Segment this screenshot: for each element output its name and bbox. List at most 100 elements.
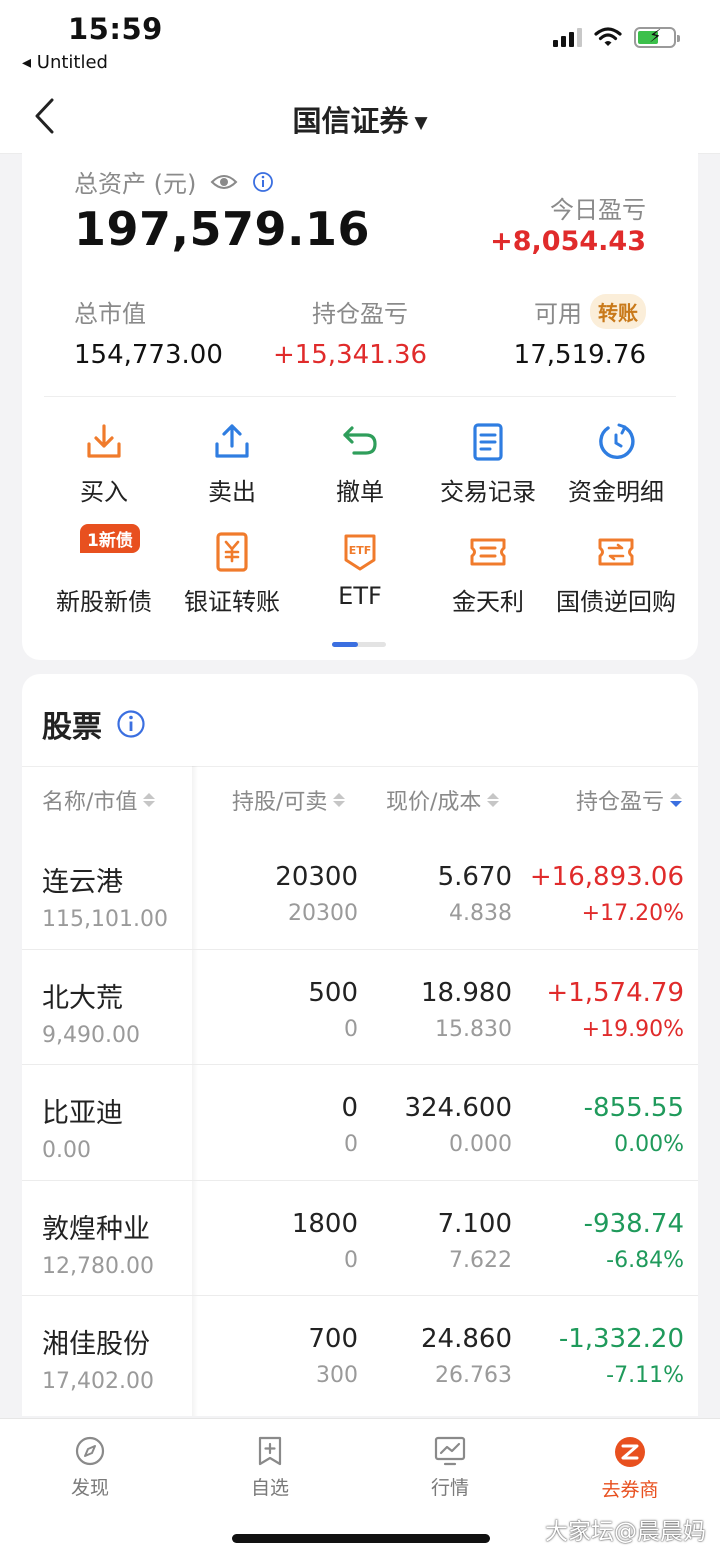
etf-label: ETF bbox=[338, 582, 382, 610]
divider bbox=[44, 396, 676, 397]
stocks-title: 股票 bbox=[42, 710, 102, 745]
tab-broker[interactable]: 去券商 bbox=[570, 1435, 690, 1502]
table-row[interactable]: 比亚迪 0.00 0 0 324.600 0.000 -855.55 0.00% bbox=[22, 1065, 698, 1181]
sellable-qty: 0 bbox=[344, 1132, 358, 1157]
cancel-order-button[interactable]: 撤单 bbox=[296, 420, 424, 507]
yuan-icon bbox=[216, 532, 248, 572]
sellable-qty: 300 bbox=[316, 1363, 358, 1388]
page-indicator bbox=[332, 642, 386, 647]
divider bbox=[22, 766, 698, 767]
tab-watchlist[interactable]: 自选 bbox=[210, 1435, 330, 1500]
holding-qty: 0 bbox=[341, 1093, 358, 1123]
cost-price: 0.000 bbox=[449, 1132, 512, 1157]
cost-price: 7.622 bbox=[449, 1247, 512, 1273]
buy-button[interactable]: 买入 bbox=[40, 420, 168, 507]
jintianli-button[interactable]: 金天利 bbox=[424, 530, 552, 617]
status-bar: 15:59 ◂ Untitled ⚡ bbox=[0, 0, 720, 80]
status-time: 15:59 bbox=[68, 12, 163, 46]
stocks-section-title: 股票 bbox=[42, 702, 146, 746]
holding-qty: 500 bbox=[308, 977, 358, 1008]
sort-by-price[interactable]: 现价/成本 bbox=[386, 784, 500, 816]
jintianli-label: 金天利 bbox=[452, 588, 524, 616]
undo-icon bbox=[343, 426, 377, 455]
sort-icon bbox=[143, 793, 156, 807]
holding-qty: 20300 bbox=[275, 862, 358, 892]
upload-icon bbox=[215, 424, 249, 458]
stock-list: 连云港 115,101.00 20300 20300 5.670 4.838 +16,… bbox=[22, 834, 698, 1412]
stock-name: 北大荒 bbox=[42, 982, 123, 1014]
home-indicator[interactable] bbox=[232, 1534, 490, 1543]
eye-icon[interactable] bbox=[210, 172, 238, 192]
etf-button[interactable]: ETF ETF bbox=[296, 530, 424, 617]
reverse-repo-label: 国债逆回购 bbox=[556, 588, 676, 616]
table-row[interactable]: 北大荒 9,490.00 500 0 18.980 15.830 +1,574.79 +… bbox=[22, 950, 698, 1065]
holding-pnl-value: +15,341.36 bbox=[272, 340, 428, 370]
pnl-percent: +17.20% bbox=[581, 901, 684, 926]
pnl-amount: +16,893.06 bbox=[529, 862, 684, 892]
bookmark-plus-icon bbox=[258, 1436, 282, 1466]
pnl-amount: -938.74 bbox=[583, 1208, 684, 1239]
sellable-qty: 20300 bbox=[288, 901, 358, 926]
sellable-qty: 0 bbox=[344, 1247, 358, 1273]
today-pnl-label: 今日盈亏 bbox=[550, 196, 646, 224]
fund-details-button[interactable]: 资金明细 bbox=[552, 420, 680, 507]
tab-discover[interactable]: 发现 bbox=[30, 1435, 150, 1500]
trade-history-button[interactable]: 交易记录 bbox=[424, 420, 552, 507]
reverse-repo-button[interactable]: 国债逆回购 bbox=[552, 530, 680, 617]
pnl-percent: +19.90% bbox=[581, 1016, 684, 1042]
nav-bar: 国信证券 ▼ bbox=[0, 80, 720, 154]
ticket-icon bbox=[470, 538, 506, 566]
broker-logo-icon bbox=[615, 1437, 645, 1467]
tab-label: 行情 bbox=[430, 1477, 469, 1499]
current-price: 5.670 bbox=[437, 862, 512, 892]
sort-by-pnl[interactable]: 持仓盈亏 bbox=[576, 784, 682, 816]
bank-transfer-button[interactable]: 银证转账 bbox=[168, 530, 296, 617]
document-icon bbox=[473, 423, 503, 461]
quick-actions-row-1: 买入 卖出 撤单 交易记录 资金明细 bbox=[40, 420, 680, 507]
ipo-label: 新股新债 bbox=[56, 588, 152, 616]
current-price: 18.980 bbox=[421, 977, 512, 1008]
cost-price: 4.838 bbox=[449, 901, 512, 926]
broker-selector[interactable]: 国信证券 ▼ bbox=[0, 98, 720, 140]
transfer-button[interactable]: 转账 bbox=[590, 293, 646, 329]
ipo-button[interactable]: 1新债 新股新债 bbox=[40, 524, 168, 617]
holding-pnl-label: 持仓盈亏 bbox=[312, 299, 408, 328]
trade-history-label: 交易记录 bbox=[440, 478, 536, 506]
sellable-qty: 0 bbox=[344, 1016, 358, 1042]
info-icon[interactable] bbox=[252, 171, 274, 193]
sort-icon bbox=[333, 793, 346, 807]
repo-icon bbox=[598, 538, 634, 566]
table-row[interactable]: 湘佳股份 17,402.00 700 300 24.860 26.763 -1,332… bbox=[22, 1296, 698, 1412]
table-row[interactable]: 敦煌种业 12,780.00 1800 0 7.100 7.622 -938.74 -6… bbox=[22, 1181, 698, 1296]
sort-by-holding[interactable]: 持股/可卖 bbox=[232, 784, 346, 816]
pnl-amount: -1,332.20 bbox=[558, 1324, 684, 1354]
stock-name: 湘佳股份 bbox=[42, 1329, 150, 1360]
chart-monitor-icon bbox=[434, 1436, 466, 1466]
holding-pnl-stat: 持仓盈亏 +15,341.36 bbox=[273, 294, 430, 371]
header-hold: 持股/可卖 bbox=[232, 790, 328, 815]
stock-name: 连云港 bbox=[42, 867, 123, 898]
info-icon[interactable] bbox=[116, 709, 146, 739]
sell-button[interactable]: 卖出 bbox=[168, 420, 296, 507]
watermark: 大家坛@晨晨妈 bbox=[545, 1519, 706, 1545]
cellular-signal-icon bbox=[553, 27, 582, 47]
back-to-app-link[interactable]: ◂ Untitled bbox=[22, 52, 108, 73]
stock-market-value: 9,490.00 bbox=[42, 1022, 140, 1048]
current-price: 24.860 bbox=[421, 1324, 512, 1354]
tab-market[interactable]: 行情 bbox=[390, 1435, 510, 1500]
back-app-label: Untitled bbox=[36, 52, 108, 73]
header-price: 现价/成本 bbox=[386, 790, 482, 815]
sort-icon bbox=[487, 793, 500, 807]
cancel-order-label: 撤单 bbox=[336, 478, 384, 506]
svg-text:ETF: ETF bbox=[349, 544, 372, 557]
wifi-icon bbox=[594, 27, 622, 46]
quick-actions-row-2: 1新债 新股新债 银证转账 ETF ETF 金天利 国债逆回购 bbox=[40, 524, 680, 617]
bank-transfer-label: 银证转账 bbox=[184, 588, 280, 616]
sort-by-name[interactable]: 名称/市值 bbox=[42, 784, 156, 816]
sort-desc-icon bbox=[670, 793, 682, 807]
table-row[interactable]: 连云港 115,101.00 20300 20300 5.670 4.838 +16,… bbox=[22, 834, 698, 950]
tab-label: 自选 bbox=[250, 1477, 289, 1499]
stock-market-value: 0.00 bbox=[42, 1138, 91, 1163]
page-title: 国信证券 bbox=[292, 104, 409, 138]
holding-qty: 1800 bbox=[291, 1208, 358, 1239]
